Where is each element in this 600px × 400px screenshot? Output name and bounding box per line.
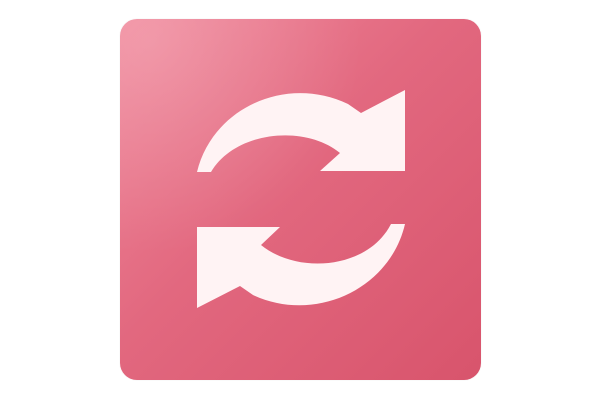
icon-canvas [0,0,600,400]
bottom-arrow-shape [197,224,405,308]
sync-arrows-icon [197,90,405,308]
app-icon-tile[interactable] [120,19,481,380]
top-arrow-shape [197,90,405,172]
